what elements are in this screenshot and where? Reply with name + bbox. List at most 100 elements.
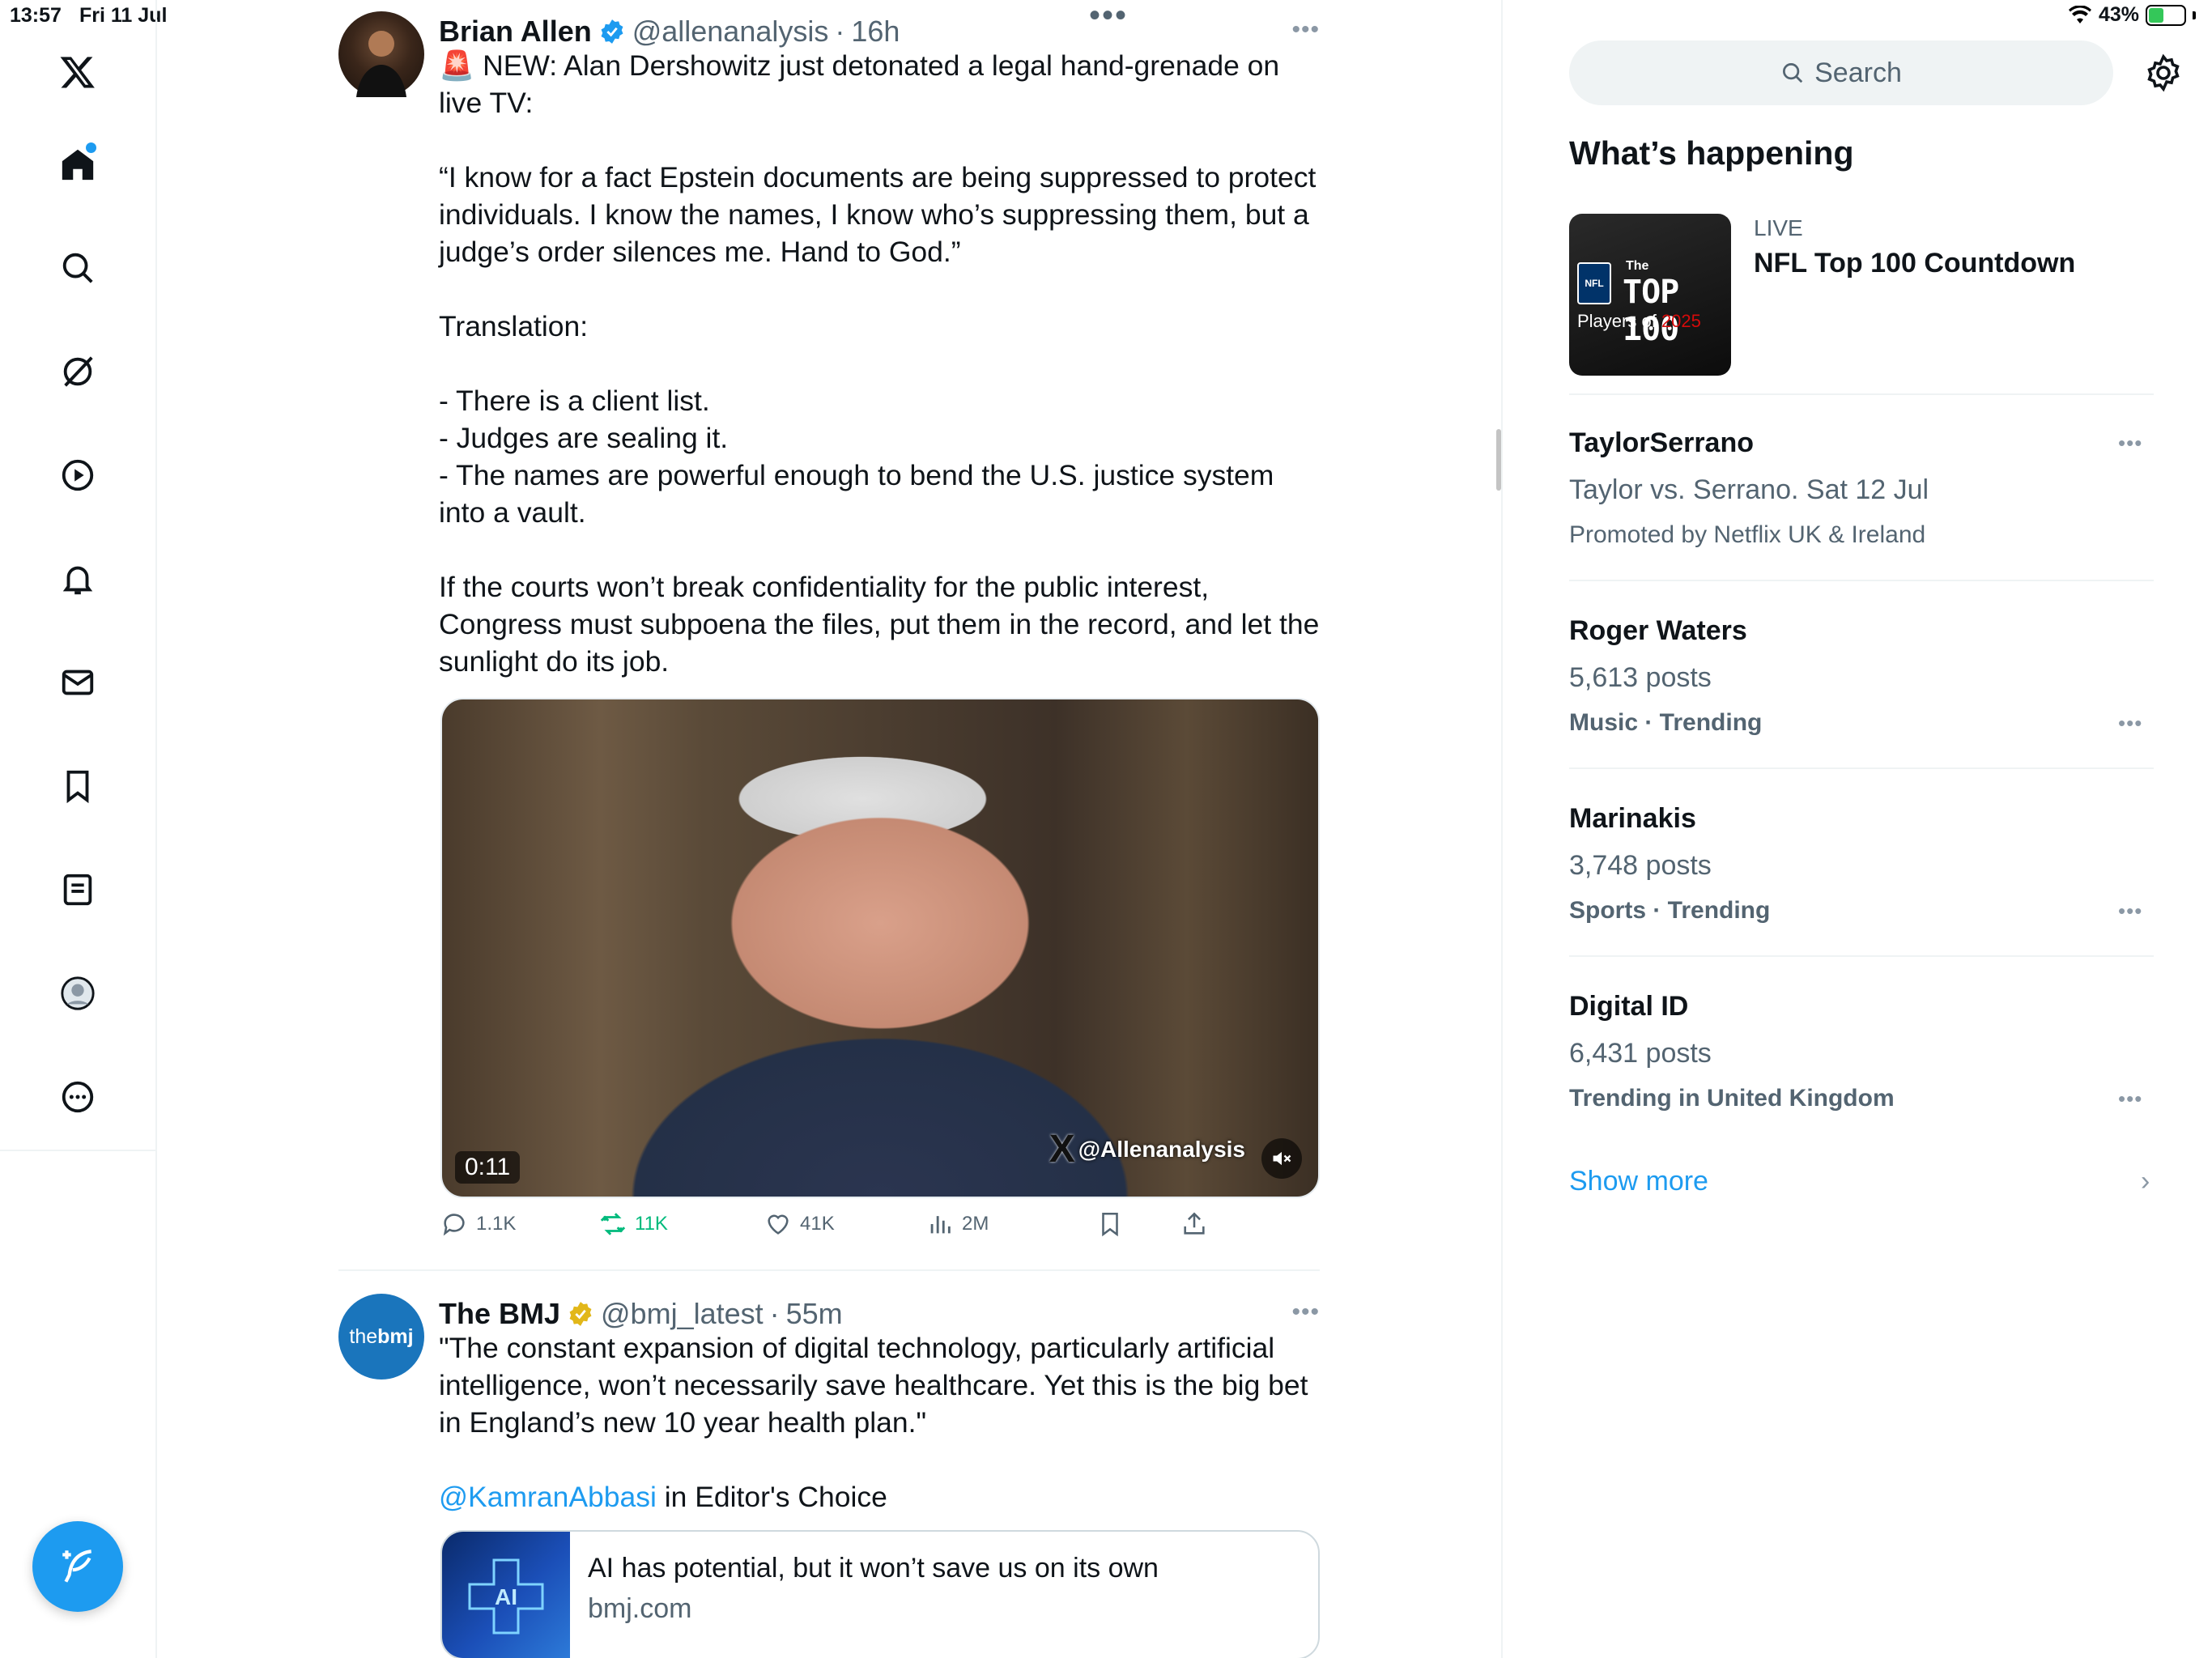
muted-speaker-icon <box>1273 1151 1291 1166</box>
x-logo-icon: X <box>1049 1128 1075 1171</box>
search-icon[interactable] <box>51 241 104 295</box>
tweet-time[interactable]: 55m <box>786 1297 843 1331</box>
dot-separator: · <box>769 1297 780 1330</box>
reply-icon <box>443 1214 465 1236</box>
trend-divider <box>1569 393 2154 395</box>
image-text-the: The <box>1626 259 1649 273</box>
tweet-text: 🚨 NEW: Alan Dershowitz just detonated a … <box>439 47 1320 680</box>
compose-button[interactable] <box>32 1521 123 1612</box>
scroll-indicator[interactable] <box>1496 429 1501 491</box>
tweet-paragraph: Translation: <box>439 310 589 342</box>
tweet-header: The BMJ @bmj_latest · 55m <box>439 1294 843 1334</box>
link-preview-card[interactable]: AI AI has potential, but it won’t save u… <box>440 1530 1320 1658</box>
reply-button[interactable]: 1.1K <box>440 1210 516 1238</box>
trend-more-button[interactable]: ••• <box>2118 1086 2142 1112</box>
chevron-right-icon: › <box>2141 1166 2150 1197</box>
bookmarks-icon[interactable] <box>51 759 104 813</box>
trend-category: Sports · Trending <box>1569 897 1771 924</box>
tweet-divider <box>338 1269 1320 1271</box>
x-logo-icon[interactable] <box>51 45 104 99</box>
tweet-header: Brian Allen @allenanalysis · 16h <box>439 11 900 52</box>
verified-gold-badge-icon <box>569 1302 592 1326</box>
live-label: LIVE <box>1754 215 1803 240</box>
tweet-more-button[interactable]: ••• <box>1291 16 1320 44</box>
settings-gear-icon[interactable] <box>2144 53 2183 92</box>
trend-divider <box>1569 955 2154 957</box>
views-button[interactable]: 2M <box>926 1210 989 1238</box>
mention-link[interactable]: @KamranAbbasi <box>439 1481 657 1513</box>
grok-icon[interactable] <box>51 345 104 398</box>
bookmark-icon <box>1102 1212 1118 1237</box>
video-icon[interactable] <box>51 449 104 502</box>
tweet-text: "The constant expansion of digital techn… <box>439 1329 1320 1516</box>
link-domain: bmj.com <box>588 1593 692 1624</box>
more-icon[interactable] <box>51 1070 104 1124</box>
repost-icon <box>600 1213 626 1235</box>
bookmark-button[interactable] <box>1096 1210 1124 1238</box>
trend-divider <box>1569 767 2154 769</box>
trend-more-button[interactable]: ••• <box>2118 431 2142 456</box>
thumb-ai-text: AI <box>495 1584 517 1609</box>
heart-icon <box>768 1214 789 1235</box>
trend-post-count: 3,748 posts <box>1569 850 1712 881</box>
tweet-paragraph: “I know for a fact Epstein documents are… <box>439 161 1325 268</box>
trend-name[interactable]: TaylorSerrano <box>1569 427 1754 459</box>
live-event-image: NFL The TOP 100 Players of 2025 <box>1569 214 1731 376</box>
nfl-shield-icon: NFL <box>1577 262 1611 304</box>
trend-more-button[interactable]: ••• <box>2118 711 2142 736</box>
tweet-video[interactable]: 0:11 X @Allenanalysis <box>440 698 1320 1198</box>
image-text-players: Players of 2025 <box>1577 311 1701 331</box>
trend-post-count: 5,613 posts <box>1569 662 1712 693</box>
like-count: 41K <box>800 1213 835 1235</box>
author-handle[interactable]: @bmj_latest <box>601 1297 764 1331</box>
home-icon[interactable] <box>51 138 104 191</box>
share-button[interactable] <box>1180 1210 1208 1238</box>
tweet-paragraph: @KamranAbbasi in Editor's Choice <box>439 1478 1320 1516</box>
trend-category: Trending in United Kingdom <box>1569 1085 1895 1112</box>
like-button[interactable]: 41K <box>764 1210 835 1238</box>
author-name[interactable]: The BMJ <box>439 1297 560 1331</box>
show-more-link[interactable]: Show more <box>1569 1166 1708 1197</box>
avatar[interactable] <box>338 11 424 97</box>
trend-name[interactable]: Marinakis <box>1569 803 1696 835</box>
trend-divider <box>1569 580 2154 581</box>
avatar-text-bmj: bmj <box>377 1324 414 1348</box>
live-title: NFL Top 100 Countdown <box>1754 248 2076 278</box>
trend-meta: Promoted by Netflix UK & Ireland <box>1569 521 1926 548</box>
compose-icon <box>62 1550 92 1583</box>
messages-icon[interactable] <box>51 656 104 709</box>
lists-icon[interactable] <box>51 863 104 916</box>
link-thumbnail: AI <box>442 1532 570 1658</box>
mute-button[interactable] <box>1261 1138 1302 1179</box>
notifications-icon[interactable] <box>51 552 104 606</box>
trend-more-button[interactable]: ••• <box>2118 899 2142 924</box>
home-notification-dot <box>86 142 96 153</box>
trend-name[interactable]: Digital ID <box>1569 991 1688 1022</box>
left-nav <box>0 0 157 1658</box>
author-name[interactable]: Brian Allen <box>439 15 592 49</box>
author-handle[interactable]: @allenanalysis <box>632 15 829 49</box>
image-text-year: 2025 <box>1661 311 1701 331</box>
tweet-time[interactable]: 16h <box>851 15 900 49</box>
ai-cross-icon: AI <box>468 1558 544 1635</box>
tweet-more-button[interactable]: ••• <box>1291 1299 1320 1326</box>
search-input[interactable]: Search <box>1569 40 2113 105</box>
tweet-paragraph: "The constant expansion of digital techn… <box>439 1332 1317 1439</box>
nav-divider <box>0 1150 157 1151</box>
search-placeholder: Search <box>1814 57 1902 88</box>
trend-post-count: 6,431 posts <box>1569 1038 1712 1069</box>
reply-count: 1.1K <box>476 1213 517 1235</box>
dot-separator: · <box>835 15 845 48</box>
verified-badge-icon <box>601 19 623 44</box>
tweet-paragraph: - There is a client list. - Judges are s… <box>439 385 1274 529</box>
profile-icon[interactable] <box>51 967 104 1020</box>
avatar[interactable]: the bmj <box>338 1294 424 1380</box>
repost-button[interactable]: 11K <box>599 1210 668 1238</box>
right-sidebar: Search What’s happening NFL The TOP 100 … <box>1504 0 2212 1658</box>
link-title: AI has potential, but it won’t save us o… <box>588 1553 1159 1584</box>
avatar-photo <box>356 31 406 97</box>
trend-name[interactable]: Roger Waters <box>1569 615 1747 647</box>
mention-suffix: in Editor's Choice <box>656 1481 887 1513</box>
video-watermark: X @Allenanalysis <box>1049 1128 1245 1171</box>
repost-count: 11K <box>635 1213 668 1235</box>
